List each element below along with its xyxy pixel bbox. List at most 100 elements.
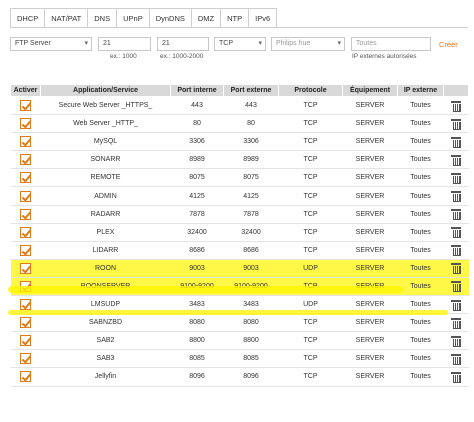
- tab-dns[interactable]: DNS: [88, 8, 118, 28]
- ip-externe-cell: Toutes: [397, 150, 444, 170]
- port-externe-cell: 8080: [223, 313, 279, 333]
- trash-icon[interactable]: [451, 245, 461, 257]
- activer-cell: [10, 367, 41, 387]
- tab-upnp[interactable]: UPnP: [117, 8, 150, 28]
- service-cell: LIDARR: [40, 241, 171, 260]
- port-interne-cell: 8989: [170, 150, 224, 170]
- enable-checkbox[interactable]: [20, 226, 31, 238]
- activer-cell: [10, 313, 41, 333]
- service-cell: RADARR: [40, 205, 171, 224]
- device-select[interactable]: Philips hue: [271, 37, 345, 51]
- equipement-cell: SERVER: [342, 349, 398, 369]
- service-cell: SABNZBD: [40, 313, 171, 333]
- enable-checkbox[interactable]: [20, 299, 31, 311]
- actions-cell: [443, 349, 469, 369]
- activer-cell: [10, 241, 41, 260]
- actions-cell: [443, 186, 469, 206]
- ip-externe-cell: Toutes: [397, 349, 444, 369]
- port-internal-hint: ex.: 1000: [110, 53, 137, 60]
- trash-icon[interactable]: [451, 209, 461, 221]
- trash-icon[interactable]: [451, 100, 461, 112]
- table-row: SONARR 8989 8989 TCP SERVER Toutes: [10, 150, 469, 170]
- table-row: SAB2 8800 8800 TCP SERVER Toutes: [10, 331, 469, 351]
- trash-icon[interactable]: [451, 191, 461, 203]
- enable-checkbox[interactable]: [20, 154, 31, 166]
- tab-dhcp[interactable]: DHCP: [10, 8, 46, 28]
- port-interne-cell: 8800: [170, 331, 224, 351]
- trash-icon[interactable]: [451, 317, 461, 329]
- tab-nat-pat[interactable]: NAT/PAT: [45, 8, 89, 28]
- table-row: SAB3 8085 8085 TCP SERVER Toutes: [10, 349, 469, 369]
- trash-icon[interactable]: [451, 227, 461, 239]
- actions-cell: [443, 96, 469, 116]
- trash-icon[interactable]: [451, 136, 461, 148]
- col-port-externe: Port externe: [223, 84, 279, 97]
- equipement-cell: SERVER: [342, 223, 398, 242]
- table-row: RADARR 7878 7878 TCP SERVER Toutes: [10, 205, 469, 224]
- nat-rules-table: Activer Application/Service Port interne…: [10, 84, 469, 387]
- port-interne-cell: 3306: [170, 132, 224, 152]
- enable-checkbox[interactable]: [20, 100, 31, 112]
- port-internal-input[interactable]: 21: [98, 37, 151, 51]
- enable-checkbox[interactable]: [20, 244, 31, 256]
- activer-cell: [10, 150, 41, 170]
- trash-icon[interactable]: [451, 335, 461, 347]
- service-cell: SAB2: [40, 331, 171, 351]
- ip-externe-cell: Toutes: [397, 277, 444, 297]
- equipement-cell: SERVER: [342, 150, 398, 170]
- col-ip-externe: IP externe: [397, 84, 444, 97]
- col-protocole: Protocole: [278, 84, 343, 97]
- trash-icon[interactable]: [451, 371, 461, 383]
- port-interne-cell: 8686: [170, 241, 224, 260]
- table-row: Secure Web Server _HTTPS_ 443 443 TCP SERVER…: [10, 96, 469, 116]
- create-button[interactable]: Créer: [439, 40, 458, 49]
- protocol-select[interactable]: TCP: [214, 37, 266, 51]
- equipement-cell: SERVER: [342, 168, 398, 188]
- tab-dyndns[interactable]: DynDNS: [149, 8, 192, 28]
- table-row: Jellyfin 8096 8096 TCP SERVER Toutes: [10, 367, 469, 387]
- table-row: MySQL 3306 3306 TCP SERVER Toutes: [10, 132, 469, 152]
- ip-externe-cell: Toutes: [397, 168, 444, 188]
- trash-icon[interactable]: [451, 154, 461, 166]
- ip-externe-cell: Toutes: [397, 205, 444, 224]
- activer-cell: [10, 331, 41, 351]
- enable-checkbox[interactable]: [20, 317, 31, 329]
- port-externe-cell: 8989: [223, 150, 279, 170]
- port-interne-cell: 8075: [170, 168, 224, 188]
- protocole-cell: TCP: [278, 313, 343, 333]
- trash-icon[interactable]: [451, 263, 461, 275]
- ip-externe-cell: Toutes: [397, 223, 444, 242]
- trash-icon[interactable]: [451, 281, 461, 293]
- enable-checkbox[interactable]: [20, 353, 31, 365]
- trash-icon[interactable]: [451, 299, 461, 311]
- trash-icon[interactable]: [451, 118, 461, 130]
- external-ip-input[interactable]: Toutes: [351, 37, 431, 51]
- col-service: Application/Service: [40, 84, 171, 97]
- enable-checkbox[interactable]: [20, 208, 31, 220]
- enable-checkbox[interactable]: [20, 371, 31, 383]
- actions-cell: [443, 132, 469, 152]
- ip-externe-cell: Toutes: [397, 313, 444, 333]
- table-row: PLEX 32400 32400 TCP SERVER Toutes: [10, 223, 469, 242]
- port-external-input[interactable]: 21: [157, 37, 209, 51]
- enable-checkbox[interactable]: [20, 136, 31, 148]
- service-select[interactable]: FTP Server: [10, 37, 92, 51]
- tab-dmz[interactable]: DMZ: [191, 8, 222, 28]
- service-cell: Web Server _HTTP_: [40, 114, 171, 134]
- enable-checkbox[interactable]: [20, 118, 31, 130]
- protocole-cell: TCP: [278, 168, 343, 188]
- trash-icon[interactable]: [451, 172, 461, 184]
- enable-checkbox[interactable]: [20, 335, 31, 347]
- equipement-cell: SERVER: [342, 331, 398, 351]
- tab-ntp[interactable]: NTP: [221, 8, 250, 28]
- trash-icon[interactable]: [451, 353, 461, 365]
- enable-checkbox[interactable]: [20, 190, 31, 202]
- enable-checkbox[interactable]: [20, 172, 31, 184]
- actions-cell: [443, 331, 469, 351]
- table-row: SABNZBD 8080 8080 TCP SERVER Toutes: [10, 313, 469, 333]
- port-interne-cell: 443: [170, 96, 224, 116]
- enable-checkbox[interactable]: [20, 262, 31, 274]
- port-externe-cell: 8085: [223, 349, 279, 369]
- tab-ipv6[interactable]: IPv6: [249, 8, 278, 28]
- equipement-cell: SERVER: [342, 96, 398, 116]
